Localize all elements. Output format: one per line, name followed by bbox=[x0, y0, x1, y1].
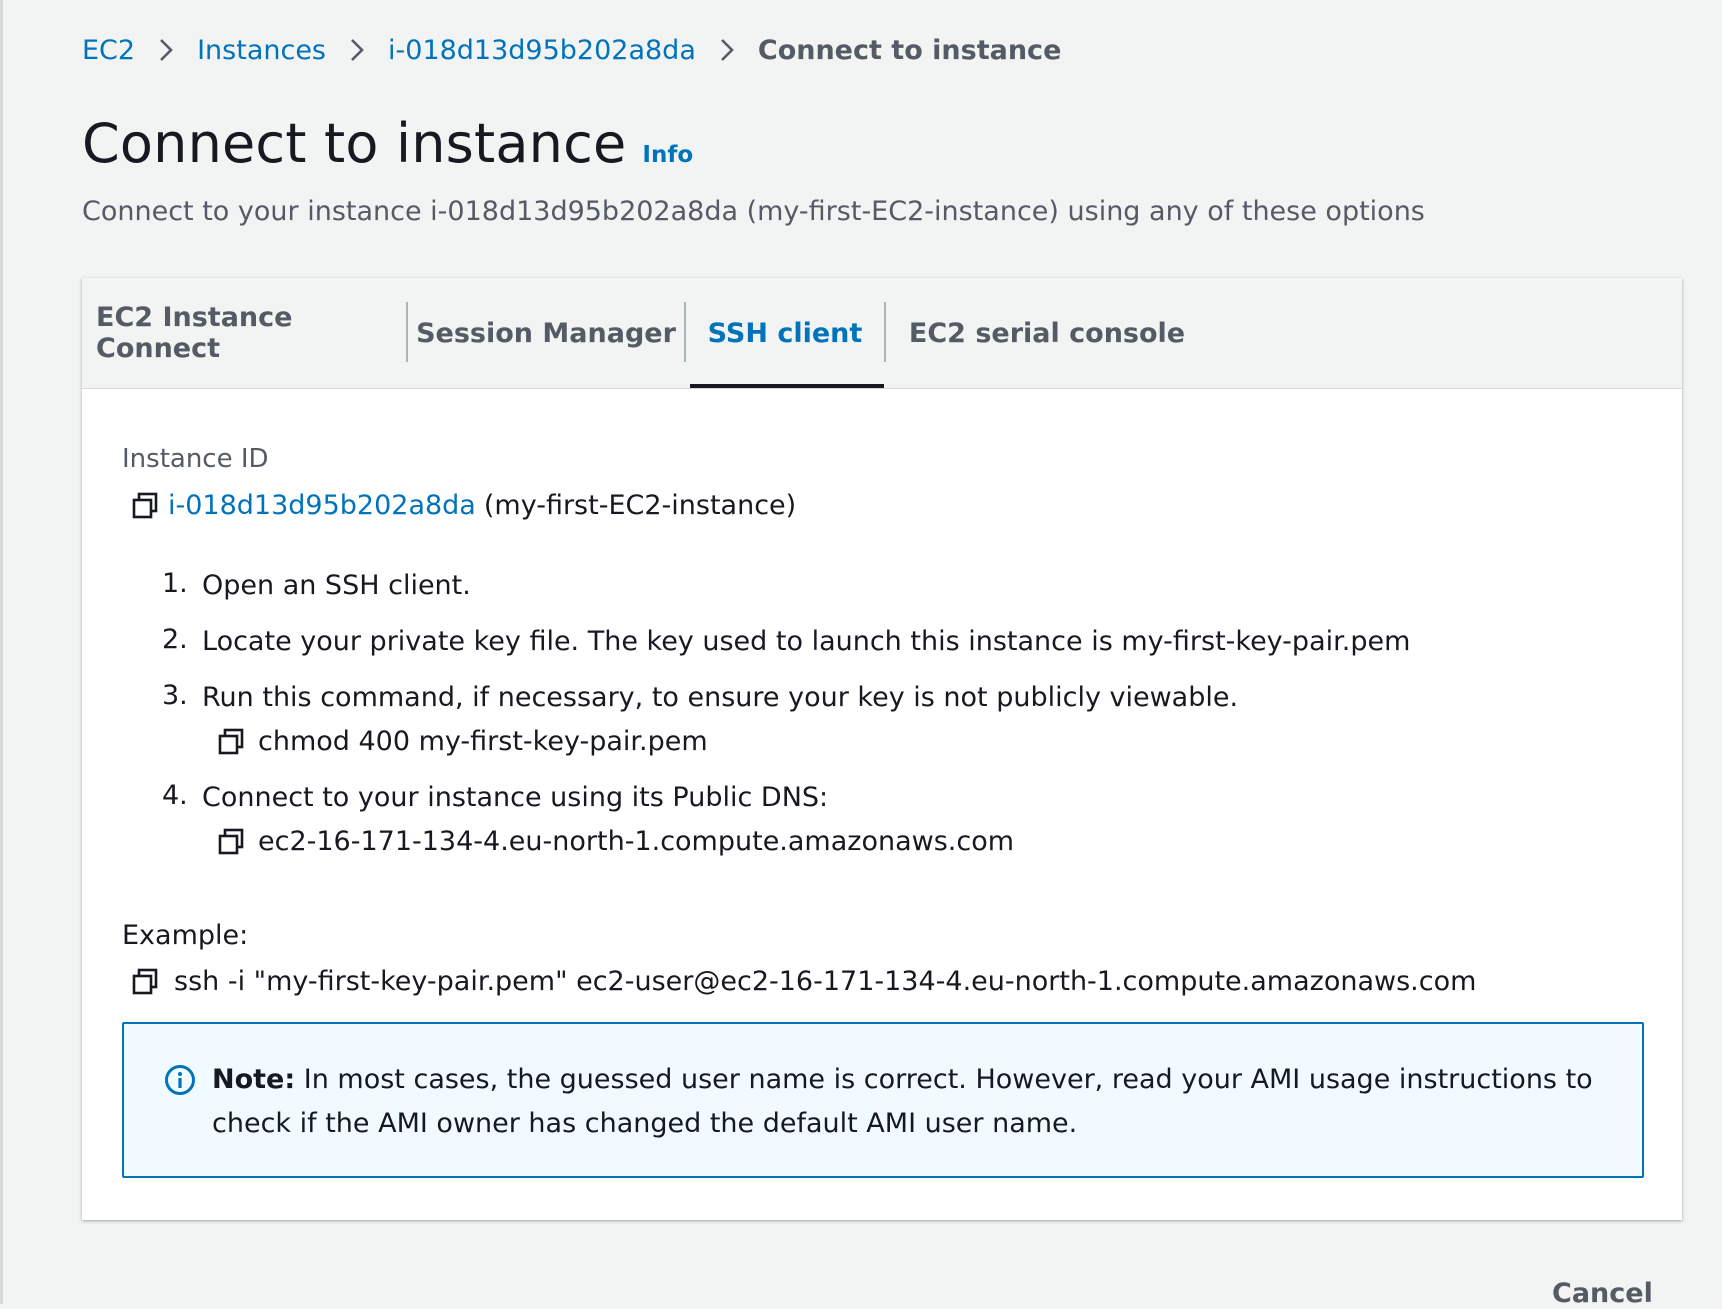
connect-card: EC2 Instance Connect Session Manager SSH… bbox=[82, 278, 1682, 1220]
example-label: Example: bbox=[122, 920, 249, 951]
info-link[interactable]: Info bbox=[642, 142, 693, 168]
chevron-right-icon bbox=[159, 38, 173, 62]
breadcrumb-ec2[interactable]: EC2 bbox=[82, 35, 135, 66]
page-left-edge bbox=[0, 0, 3, 1304]
step-text: Connect to your instance using its Publi… bbox=[202, 782, 829, 813]
tab-session-manager[interactable]: Session Manager bbox=[408, 278, 684, 388]
step-number: 2. bbox=[162, 624, 188, 655]
instance-id-row: i-018d13d95b202a8da (my-first-EC2-instan… bbox=[130, 490, 796, 521]
note-label: Note: bbox=[212, 1064, 296, 1095]
breadcrumb: EC2 Instances i-018d13d95b202a8da Connec… bbox=[82, 30, 1061, 70]
tab-ssh-client[interactable]: SSH client bbox=[686, 278, 884, 388]
copy-icon[interactable] bbox=[216, 827, 246, 857]
list-item: 2. Locate your private key file. The key… bbox=[162, 624, 1410, 660]
instance-id-link[interactable]: i-018d13d95b202a8da bbox=[168, 490, 476, 521]
page-subtitle: Connect to your instance i-018d13d95b202… bbox=[82, 196, 1425, 227]
page-header: Connect to instance Info bbox=[82, 112, 693, 175]
tab-ec2-serial-console[interactable]: EC2 serial console bbox=[886, 278, 1208, 388]
step-text: Open an SSH client. bbox=[202, 570, 471, 601]
public-dns: ec2-16-171-134-4.eu-north-1.compute.amaz… bbox=[258, 826, 1015, 857]
list-item: 3. Run this command, if necessary, to en… bbox=[162, 680, 1238, 760]
tab-bar: EC2 Instance Connect Session Manager SSH… bbox=[82, 278, 1682, 389]
note-alert: Note: In most cases, the guessed user na… bbox=[122, 1022, 1644, 1178]
step-number: 3. bbox=[162, 680, 188, 711]
breadcrumb-current: Connect to instance bbox=[757, 34, 1062, 66]
step-number: 4. bbox=[162, 780, 188, 811]
note-text: Note: In most cases, the guessed user na… bbox=[212, 1058, 1612, 1146]
info-circle-icon bbox=[164, 1064, 196, 1096]
copy-icon[interactable] bbox=[130, 491, 160, 521]
page-title: Connect to instance bbox=[82, 112, 627, 175]
chevron-right-icon bbox=[350, 38, 364, 62]
list-item: 1. Open an SSH client. bbox=[162, 568, 471, 604]
public-dns-row: ec2-16-171-134-4.eu-north-1.compute.amaz… bbox=[216, 824, 1014, 860]
chmod-command: chmod 400 my-first-key-pair.pem bbox=[258, 726, 708, 757]
step-number: 1. bbox=[162, 568, 188, 599]
note-body: In most cases, the guessed user name is … bbox=[212, 1064, 1593, 1139]
breadcrumb-instances[interactable]: Instances bbox=[197, 35, 326, 66]
instance-name: (my-first-EC2-instance) bbox=[483, 490, 797, 521]
tab-ec2-instance-connect[interactable]: EC2 Instance Connect bbox=[96, 278, 392, 388]
example-command-row: ssh -i "my-first-key-pair.pem" ec2-user@… bbox=[130, 966, 1476, 997]
step-text: Locate your private key file. The key us… bbox=[202, 626, 1411, 657]
instance-id-label: Instance ID bbox=[122, 444, 269, 474]
cancel-button[interactable]: Cancel bbox=[1552, 1278, 1653, 1309]
chmod-command-row: chmod 400 my-first-key-pair.pem bbox=[216, 724, 1238, 760]
breadcrumb-instance-id[interactable]: i-018d13d95b202a8da bbox=[388, 35, 696, 66]
step-text: Run this command, if necessary, to ensur… bbox=[202, 682, 1239, 713]
chevron-right-icon bbox=[720, 38, 734, 62]
example-command: ssh -i "my-first-key-pair.pem" ec2-user@… bbox=[174, 966, 1477, 997]
copy-icon[interactable] bbox=[216, 727, 246, 757]
list-item: 4. Connect to your instance using its Pu… bbox=[162, 780, 1014, 860]
copy-icon[interactable] bbox=[130, 967, 160, 997]
